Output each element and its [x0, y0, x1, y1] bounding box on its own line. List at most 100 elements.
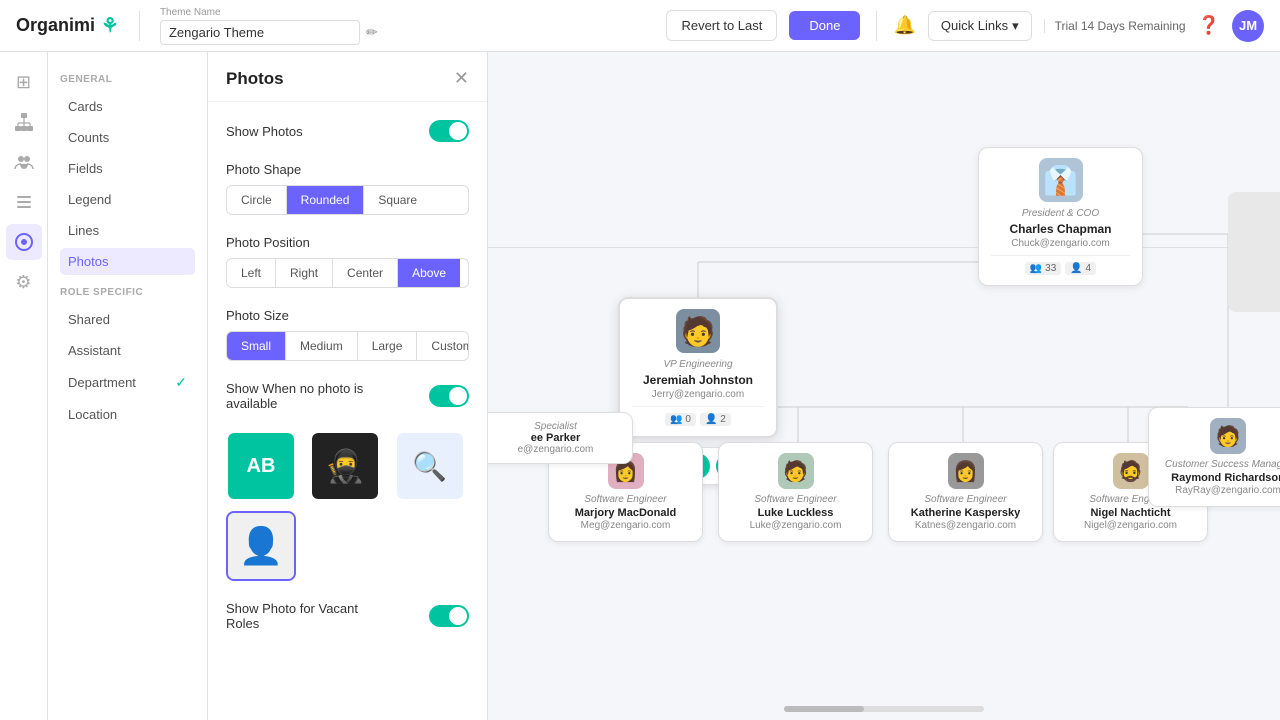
show-vacant-label: Show Photo for Vacant Roles	[226, 601, 386, 631]
role-specific-section-label: ROLE SPECIFIC	[60, 287, 195, 298]
scrollbar-thumb[interactable]	[784, 706, 864, 712]
e4-photo: 🧔	[1113, 453, 1149, 489]
settings-item-photos[interactable]: Photos	[60, 248, 195, 275]
e4-name: Nigel Nachticht	[1066, 507, 1195, 519]
logo-text: Organimi	[16, 15, 95, 36]
avatar-option-ninja[interactable]: 🥷	[310, 431, 380, 501]
icon-sidebar: ⊞ ⚙	[0, 52, 48, 720]
org-card-csm[interactable]: 🧑 Customer Success Manager Raymond Richa…	[1148, 407, 1280, 507]
avatar-option-initials[interactable]: AB	[226, 431, 296, 501]
size-custom-button[interactable]: Custom	[417, 332, 469, 360]
photo-position-label: Photo Position	[226, 235, 469, 250]
org-card-e3[interactable]: 👩 Software Engineer Katherine Kaspersky …	[888, 442, 1043, 542]
sidebar-icon-fields[interactable]	[6, 184, 42, 220]
coo-title: President & COO	[991, 208, 1130, 219]
settings-item-assistant[interactable]: Assistant	[60, 337, 195, 364]
org-card-e2[interactable]: 🧑 Software Engineer Luke Luckless Luke@z…	[718, 442, 873, 542]
show-no-photo-toggle[interactable]	[429, 385, 469, 407]
sidebar-icon-legend[interactable]	[6, 224, 42, 260]
csm-name: Raymond Richardson	[1161, 472, 1280, 484]
settings-item-location[interactable]: Location	[60, 401, 195, 428]
e2-photo: 🧑	[778, 453, 814, 489]
edit-theme-icon[interactable]: ✏	[366, 24, 378, 41]
photo-size-group: Small Medium Large Custom	[226, 331, 469, 361]
e3-email: Katnes@zengario.com	[901, 520, 1030, 531]
settings-panel: GENERAL Cards Counts Fields Legend Lines…	[48, 52, 208, 720]
coo-email: Chuck@zengario.com	[991, 238, 1130, 249]
settings-item-lines[interactable]: Lines	[60, 217, 195, 244]
position-left-button[interactable]: Left	[227, 259, 276, 287]
settings-item-shared[interactable]: Shared	[60, 306, 195, 333]
theme-name-input[interactable]	[160, 20, 360, 45]
e2-name: Luke Luckless	[731, 507, 860, 519]
shape-square-button[interactable]: Square	[364, 186, 431, 214]
revert-button[interactable]: Revert to Last	[666, 10, 777, 41]
avatar-person-preview: 👤	[228, 513, 294, 579]
photo-size-label: Photo Size	[226, 308, 469, 323]
main-area: ⊞ ⚙ GENERAL Cards Counts Fields Legend L…	[0, 52, 1280, 720]
e3-title: Software Engineer	[901, 494, 1030, 505]
position-center-button[interactable]: Center	[333, 259, 398, 287]
avatar-search-preview: 🔍	[397, 433, 463, 499]
size-medium-button[interactable]: Medium	[286, 332, 358, 360]
photos-panel-header: Photos ✕	[208, 52, 487, 102]
position-right-button[interactable]: Right	[276, 259, 333, 287]
topbar: Organimi ⚘ Theme Name ✏ Revert to Last D…	[0, 0, 1280, 52]
toggle-knob	[449, 122, 467, 140]
coo-photo: 👔	[1039, 158, 1083, 202]
theme-name-section: Theme Name ✏	[160, 7, 378, 45]
show-photos-row: Show Photos	[226, 120, 469, 142]
org-card-vp[interactable]: 🧑 VP Engineering Jeremiah Johnston Jerry…	[618, 297, 778, 438]
size-large-button[interactable]: Large	[358, 332, 418, 360]
bell-icon[interactable]: 🔔	[893, 15, 915, 36]
settings-item-counts[interactable]: Counts	[60, 124, 195, 151]
sidebar-icon-org[interactable]	[6, 104, 42, 140]
avatar-option-person[interactable]: 👤	[226, 511, 296, 581]
coo-badge-2: 👤 4	[1065, 262, 1096, 275]
sidebar-icon-settings[interactable]: ⚙	[6, 264, 42, 300]
avatar-option-search[interactable]: 🔍	[395, 431, 465, 501]
sidebar-icon-grid[interactable]: ⊞	[6, 64, 42, 100]
coo-badge-1: 👥 33	[1025, 262, 1061, 275]
photo-size-section: Photo Size Small Medium Large Custom	[226, 308, 469, 361]
settings-item-cards[interactable]: Cards	[60, 93, 195, 120]
trial-text: Trial 14 Days Remaining	[1044, 19, 1186, 33]
show-photos-toggle[interactable]	[429, 120, 469, 142]
done-button[interactable]: Done	[789, 11, 860, 40]
help-icon[interactable]: ❓	[1198, 15, 1220, 36]
org-chart-area[interactable]: 👔 President & COO Charles Chapman Chuck@…	[488, 52, 1280, 720]
specialist-email: e@zengario.com	[489, 444, 622, 455]
size-small-button[interactable]: Small	[227, 332, 286, 360]
e1-email: Meg@zengario.com	[561, 520, 690, 531]
show-vacant-row: Show Photo for Vacant Roles	[226, 601, 469, 631]
photo-position-group: Left Right Center Above	[226, 258, 469, 288]
horizontal-scrollbar[interactable]	[784, 706, 984, 712]
avatar-ninja-preview: 🥷	[312, 433, 378, 499]
chart-divider	[488, 247, 1280, 248]
show-no-photo-label: Show When no photo is available	[226, 381, 386, 411]
csm-title: Customer Success Manager	[1161, 459, 1280, 470]
specialist-name: ee Parker	[489, 432, 622, 444]
position-above-button[interactable]: Above	[398, 259, 460, 287]
quick-links-button[interactable]: Quick Links ▾	[928, 11, 1032, 41]
check-icon: ✓	[175, 374, 187, 391]
shape-circle-button[interactable]: Circle	[227, 186, 287, 214]
org-card-coo[interactable]: 👔 President & COO Charles Chapman Chuck@…	[978, 147, 1143, 286]
avatar-options: AB 🥷 🔍 👤	[226, 431, 469, 581]
sidebar-icon-people[interactable]	[6, 144, 42, 180]
show-vacant-toggle[interactable]	[429, 605, 469, 627]
vp-title: VP Engineering	[632, 359, 764, 370]
avatar[interactable]: JM	[1232, 10, 1264, 42]
coo-footer: 👥 33 👤 4	[991, 255, 1130, 275]
e2-title: Software Engineer	[731, 494, 860, 505]
e2-email: Luke@zengario.com	[731, 520, 860, 531]
logo-icon: ⚘	[101, 13, 119, 38]
close-photos-panel-button[interactable]: ✕	[454, 68, 469, 89]
settings-item-legend[interactable]: Legend	[60, 186, 195, 213]
shape-rounded-button[interactable]: Rounded	[287, 186, 365, 214]
placeholder-card-1	[1228, 192, 1280, 312]
settings-item-fields[interactable]: Fields	[60, 155, 195, 182]
settings-item-department[interactable]: Department ✓	[60, 368, 195, 397]
csm-photo: 🧑	[1210, 418, 1246, 454]
org-card-specialist[interactable]: Specialist ee Parker e@zengario.com	[488, 412, 633, 464]
